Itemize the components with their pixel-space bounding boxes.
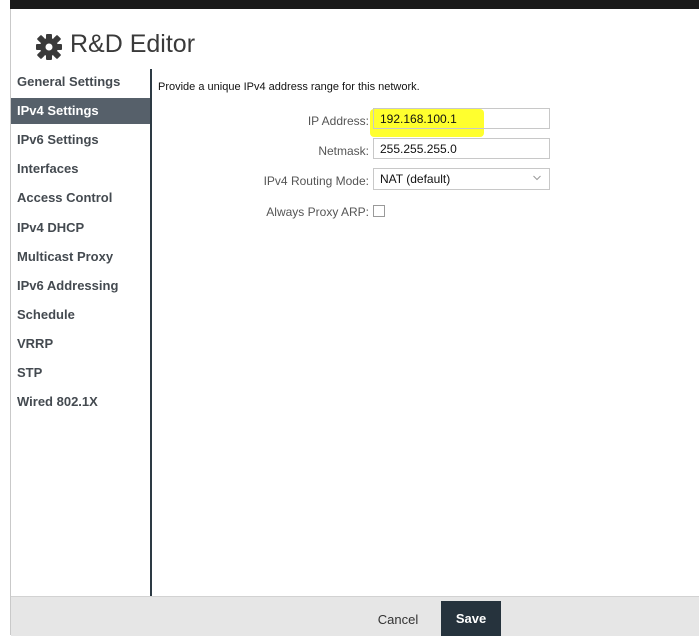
sidebar-item-ipv6-settings[interactable]: IPv6 Settings bbox=[11, 127, 150, 153]
sidebar-item-schedule[interactable]: Schedule bbox=[11, 302, 150, 328]
netmask-label: Netmask: bbox=[318, 144, 369, 158]
sidebar-item-wired-8021x[interactable]: Wired 802.1X bbox=[11, 389, 150, 415]
routing-mode-value: NAT (default) bbox=[380, 172, 451, 186]
netmask-field[interactable] bbox=[373, 138, 550, 159]
sidebar-item-multicast-proxy[interactable]: Multicast Proxy bbox=[11, 244, 150, 270]
sidebar: General Settings IPv4 Settings IPv6 Sett… bbox=[11, 69, 152, 596]
ipv4-settings-panel: Provide a unique IPv4 address range for … bbox=[154, 69, 699, 596]
sidebar-item-stp[interactable]: STP bbox=[11, 360, 150, 386]
gear-icon bbox=[36, 34, 62, 60]
panel-description: Provide a unique IPv4 address range for … bbox=[158, 81, 420, 93]
sidebar-item-interfaces[interactable]: Interfaces bbox=[11, 156, 150, 182]
sidebar-item-ipv4-settings[interactable]: IPv4 Settings bbox=[11, 98, 150, 124]
sidebar-item-general-settings[interactable]: General Settings bbox=[11, 69, 150, 95]
editor-dialog: R&D Editor General Settings IPv4 Setting… bbox=[10, 9, 699, 636]
save-button[interactable]: Save bbox=[441, 601, 501, 636]
proxy-arp-checkbox[interactable] bbox=[373, 205, 385, 217]
sidebar-item-ipv6-addressing[interactable]: IPv6 Addressing bbox=[11, 273, 150, 299]
sidebar-item-access-control[interactable]: Access Control bbox=[11, 185, 150, 211]
sidebar-item-ipv4-dhcp[interactable]: IPv4 DHCP bbox=[11, 215, 150, 241]
ip-address-field[interactable] bbox=[373, 108, 550, 129]
proxy-arp-label: Always Proxy ARP: bbox=[266, 205, 369, 219]
screen: R&D Editor General Settings IPv4 Setting… bbox=[0, 0, 699, 636]
dialog-footer: Cancel Save bbox=[11, 596, 699, 636]
routing-mode-select[interactable]: NAT (default) bbox=[373, 168, 550, 190]
page-title: R&D Editor bbox=[70, 30, 196, 58]
dialog-header: R&D Editor bbox=[11, 9, 699, 69]
top-bar bbox=[10, 0, 699, 9]
chevron-down-icon bbox=[533, 175, 541, 181]
sidebar-item-vrrp[interactable]: VRRP bbox=[11, 331, 150, 357]
ip-address-label: IP Address: bbox=[307, 114, 369, 128]
cancel-button[interactable]: Cancel bbox=[367, 604, 429, 634]
routing-mode-label: IPv4 Routing Mode: bbox=[263, 174, 369, 188]
